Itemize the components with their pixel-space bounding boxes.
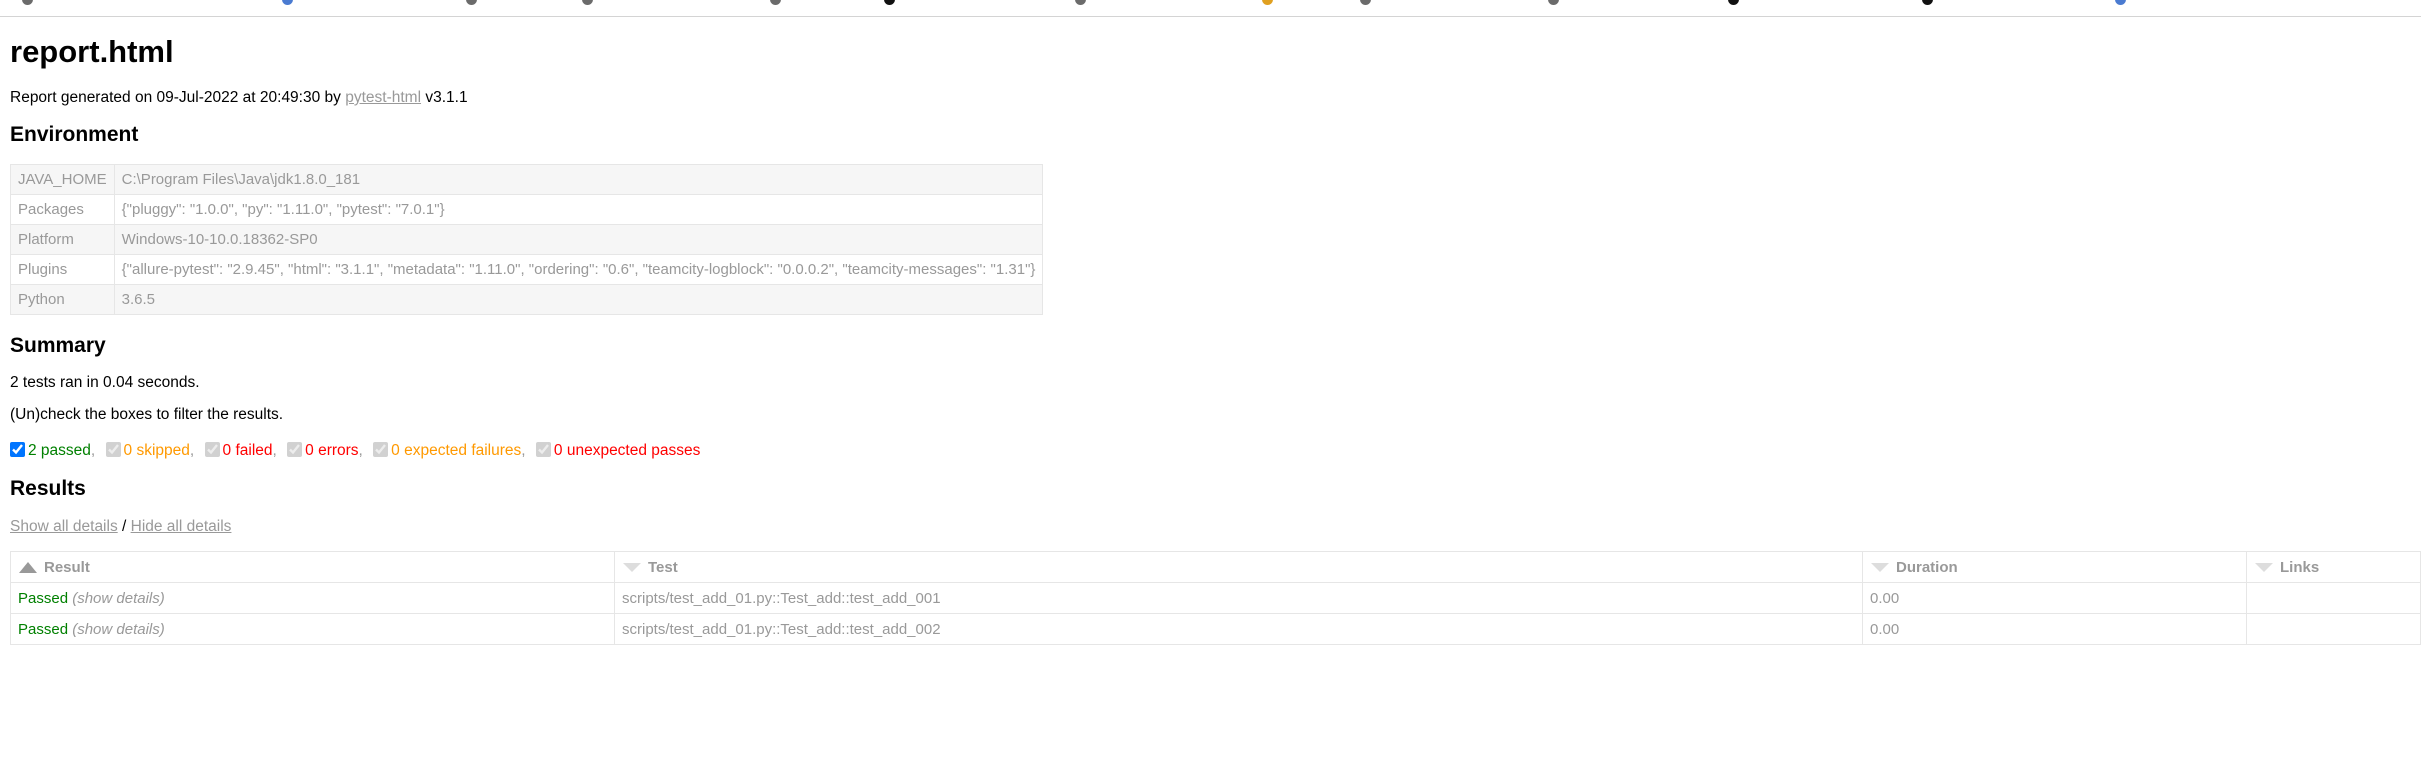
filter-separator: , xyxy=(90,442,96,459)
links-cell xyxy=(2246,582,2421,614)
test-cell: scripts/test_add_01.py::Test_add::test_a… xyxy=(614,613,1863,645)
column-test[interactable]: Test xyxy=(614,551,1863,583)
bookmark-icon[interactable] xyxy=(884,0,895,5)
bookmark-icon[interactable] xyxy=(1262,0,1273,5)
links-cell xyxy=(2246,613,2421,645)
tests-ran-text: 2 tests ran in 0.04 seconds. xyxy=(10,374,200,391)
column-test-label: Test xyxy=(648,558,678,576)
table-row[interactable]: Passed (show details) scripts/test_add_0… xyxy=(10,613,2421,645)
column-result[interactable]: Result xyxy=(10,551,615,583)
generator-version: v3.1.1 xyxy=(425,89,468,106)
filter-expected-failures-label: 0 expected failures xyxy=(391,442,522,459)
sort-desc-icon xyxy=(1871,563,1889,573)
filter-passed-checkbox[interactable] xyxy=(10,442,25,457)
sort-desc-icon xyxy=(2255,563,2273,573)
bookmark-icon[interactable] xyxy=(282,0,293,5)
environment-value: C:\Program Files\Java\jdk1.8.0_181 xyxy=(113,164,1044,195)
generated-text: Report generated on 09-Jul-2022 at 20:49… xyxy=(10,89,341,106)
filter-unexpected-passes-label: 0 unexpected passes xyxy=(553,442,701,459)
filter-failed-checkbox[interactable] xyxy=(204,442,220,457)
environment-value: 3.6.5 xyxy=(113,284,1044,315)
environment-key: Packages xyxy=(10,194,115,225)
show-details-toggle[interactable]: (show details) xyxy=(72,590,165,607)
filter-passed[interactable]: 2 passed, xyxy=(10,441,95,461)
results-heading: Results xyxy=(10,477,86,500)
result-cell: Passed (show details) xyxy=(10,582,615,614)
bookmark-icon[interactable] xyxy=(582,0,593,5)
filter-skipped-label: 0 skipped xyxy=(123,442,190,459)
filter-passed-label: 2 passed xyxy=(28,442,91,459)
column-result-label: Result xyxy=(44,558,90,576)
results-header-row: Result Test Duration Links xyxy=(10,551,2421,583)
filter-failed[interactable]: 0 failed, xyxy=(204,441,277,461)
sort-asc-icon xyxy=(19,562,37,574)
bookmark-icon[interactable] xyxy=(1728,0,1739,5)
filter-errors-checkbox[interactable] xyxy=(287,442,303,457)
outcome-filters: 2 passed, 0 skipped, 0 failed, 0 errors,… xyxy=(10,441,706,462)
bookmark-icon[interactable] xyxy=(22,0,33,5)
environment-key: Plugins xyxy=(10,254,115,285)
details-toggle: Show all details / Hide all details xyxy=(10,517,231,537)
filter-unexpected-passes-checkbox[interactable] xyxy=(535,442,551,457)
bookmark-icon[interactable] xyxy=(1075,0,1086,5)
duration-cell: 0.00 xyxy=(1862,582,2247,614)
filter-errors[interactable]: 0 errors, xyxy=(287,441,363,461)
hide-all-details-link[interactable]: Hide all details xyxy=(131,518,232,535)
filter-skipped-checkbox[interactable] xyxy=(105,442,121,457)
results-table: Result Test Duration Links Passed (show … xyxy=(10,551,2421,645)
environment-value: {"pluggy": "1.0.0", "py": "1.11.0", "pyt… xyxy=(113,194,1044,225)
environment-table: JAVA_HOME C:\Program Files\Java\jdk1.8.0_… xyxy=(10,164,1044,315)
filter-hint: (Un)check the boxes to filter the result… xyxy=(10,406,284,423)
filter-separator: , xyxy=(189,442,195,459)
show-details-toggle[interactable]: (show details) xyxy=(72,621,165,638)
bookmark-icon[interactable] xyxy=(466,0,477,5)
environment-key: JAVA_HOME xyxy=(10,164,115,195)
filter-expected-failures-checkbox[interactable] xyxy=(373,442,389,457)
outcome-label: Passed xyxy=(18,589,69,607)
environment-key: Platform xyxy=(10,224,115,255)
bookmark-icon[interactable] xyxy=(770,0,781,5)
outcome-label: Passed xyxy=(18,620,69,638)
filter-separator: , xyxy=(521,442,526,459)
table-row[interactable]: Passed (show details) scripts/test_add_0… xyxy=(10,582,2421,614)
filter-separator: , xyxy=(272,442,277,459)
filter-skipped[interactable]: 0 skipped, xyxy=(105,441,195,461)
duration-cell: 0.00 xyxy=(1862,613,2247,645)
bookmark-icon[interactable] xyxy=(1360,0,1371,5)
environment-row: Packages {"pluggy": "1.0.0", "py": "1.11.… xyxy=(10,194,1044,225)
column-links[interactable]: Links xyxy=(2246,551,2421,583)
filter-failed-label: 0 failed xyxy=(222,442,273,459)
bookmark-icon[interactable] xyxy=(1922,0,1933,5)
summary-heading: Summary xyxy=(10,334,106,357)
generated-line: Report generated on 09-Jul-2022 at 20:49… xyxy=(10,88,468,108)
filter-errors-label: 0 errors xyxy=(305,442,359,459)
filter-expected-failures[interactable]: 0 expected failures, xyxy=(373,441,526,461)
show-all-details-link[interactable]: Show all details xyxy=(10,518,118,535)
toggle-separator: / xyxy=(117,518,131,535)
bookmark-icon[interactable] xyxy=(1548,0,1559,5)
pytest-html-link[interactable]: pytest-html xyxy=(345,89,421,106)
environment-value: Windows-10-10.0.18362-SP0 xyxy=(113,224,1044,255)
environment-row: Python 3.6.5 xyxy=(10,284,1044,315)
browser-bookmark-strip xyxy=(0,0,2421,17)
bookmark-icon[interactable] xyxy=(2115,0,2126,5)
column-duration-label: Duration xyxy=(1896,558,1958,576)
column-duration[interactable]: Duration xyxy=(1862,551,2247,583)
page-title: report.html xyxy=(10,34,174,69)
environment-value: {"allure-pytest": "2.9.45", "html": "3.1… xyxy=(113,254,1044,285)
sort-desc-icon xyxy=(623,563,641,573)
environment-heading: Environment xyxy=(10,123,139,146)
result-cell: Passed (show details) xyxy=(10,613,615,645)
column-links-label: Links xyxy=(2280,558,2320,576)
environment-row: Plugins {"allure-pytest": "2.9.45", "html… xyxy=(10,254,1044,285)
environment-key: Python xyxy=(10,284,115,315)
test-cell: scripts/test_add_01.py::Test_add::test_a… xyxy=(614,582,1863,614)
environment-row: JAVA_HOME C:\Program Files\Java\jdk1.8.0_… xyxy=(10,164,1044,195)
filter-separator: , xyxy=(358,442,363,459)
filter-unexpected-passes[interactable]: 0 unexpected passes xyxy=(535,441,701,461)
environment-row: Platform Windows-10-10.0.18362-SP0 xyxy=(10,224,1044,255)
